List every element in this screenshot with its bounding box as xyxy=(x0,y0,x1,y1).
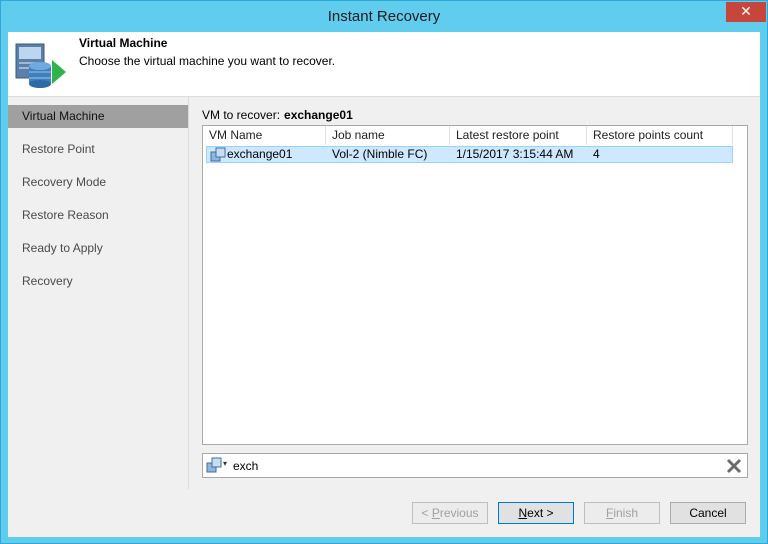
window-title: Instant Recovery xyxy=(327,8,441,25)
vm-icon xyxy=(210,147,226,162)
vm-to-recover-value: exchange01 xyxy=(284,108,353,122)
dialog-content: Virtual Machine Choose the virtual machi… xyxy=(8,32,760,537)
previous-accel: P xyxy=(431,506,440,520)
previous-post: revious xyxy=(439,506,479,520)
cell-restore-points-count: 4 xyxy=(593,147,600,161)
vm-list[interactable]: VM Name Job name Latest restore point Re… xyxy=(202,125,748,445)
header-subtitle: Choose the virtual machine you want to r… xyxy=(79,54,336,68)
column-restore-points-count[interactable]: Restore points count xyxy=(587,126,733,145)
vm-filter-icon[interactable] xyxy=(206,457,222,473)
cell-vm-name: exchange01 xyxy=(227,147,293,161)
close-icon: ✕ xyxy=(740,3,752,19)
search-bar: ▾ xyxy=(202,453,748,478)
dialog-window: Instant Recovery ✕ Virtual Machine Choos… xyxy=(0,0,768,544)
cancel-button[interactable]: Cancel xyxy=(670,502,746,524)
finish-post: inish xyxy=(613,506,639,520)
wizard-header: Virtual Machine Choose the virtual machi… xyxy=(8,32,760,97)
cell-latest-restore-point: 1/15/2017 3:15:44 AM xyxy=(456,147,574,161)
column-job-name[interactable]: Job name xyxy=(326,126,450,145)
vm-list-header: VM Name Job name Latest restore point Re… xyxy=(203,126,733,145)
step-recovery[interactable]: Recovery xyxy=(8,270,188,293)
column-latest-restore-point[interactable]: Latest restore point xyxy=(450,126,587,145)
previous-button[interactable]: < Previous xyxy=(412,502,488,524)
vm-to-recover-label: VM to recover: exchange01 xyxy=(202,108,353,122)
title-bar[interactable]: Instant Recovery ✕ xyxy=(1,1,767,32)
search-input[interactable] xyxy=(233,456,713,475)
step-restore-reason[interactable]: Restore Reason xyxy=(8,204,188,227)
wizard-steps: Virtual Machine Restore Point Recovery M… xyxy=(8,97,189,489)
vm-database-arrow-icon xyxy=(15,43,66,88)
step-virtual-machine[interactable]: Virtual Machine xyxy=(8,105,188,128)
next-button[interactable]: Next > xyxy=(498,502,574,524)
cell-job-name: Vol-2 (Nimble FC) xyxy=(332,147,428,161)
finish-button[interactable]: Finish xyxy=(584,502,660,524)
chevron-down-icon[interactable]: ▾ xyxy=(223,459,227,468)
header-title: Virtual Machine xyxy=(79,36,168,50)
step-restore-point[interactable]: Restore Point xyxy=(8,138,188,161)
step-recovery-mode[interactable]: Recovery Mode xyxy=(8,171,188,194)
close-button[interactable]: ✕ xyxy=(726,2,766,22)
step-ready-to-apply[interactable]: Ready to Apply xyxy=(8,237,188,260)
clear-icon[interactable] xyxy=(725,457,743,475)
table-row[interactable]: exchange01 Vol-2 (Nimble FC) 1/15/2017 3… xyxy=(206,146,733,163)
vm-to-recover-caption: VM to recover: xyxy=(202,108,281,122)
next-accel: N xyxy=(518,506,528,520)
previous-pre: < xyxy=(421,506,432,520)
column-vm-name[interactable]: VM Name xyxy=(203,126,326,145)
next-post: ext > xyxy=(527,506,554,520)
